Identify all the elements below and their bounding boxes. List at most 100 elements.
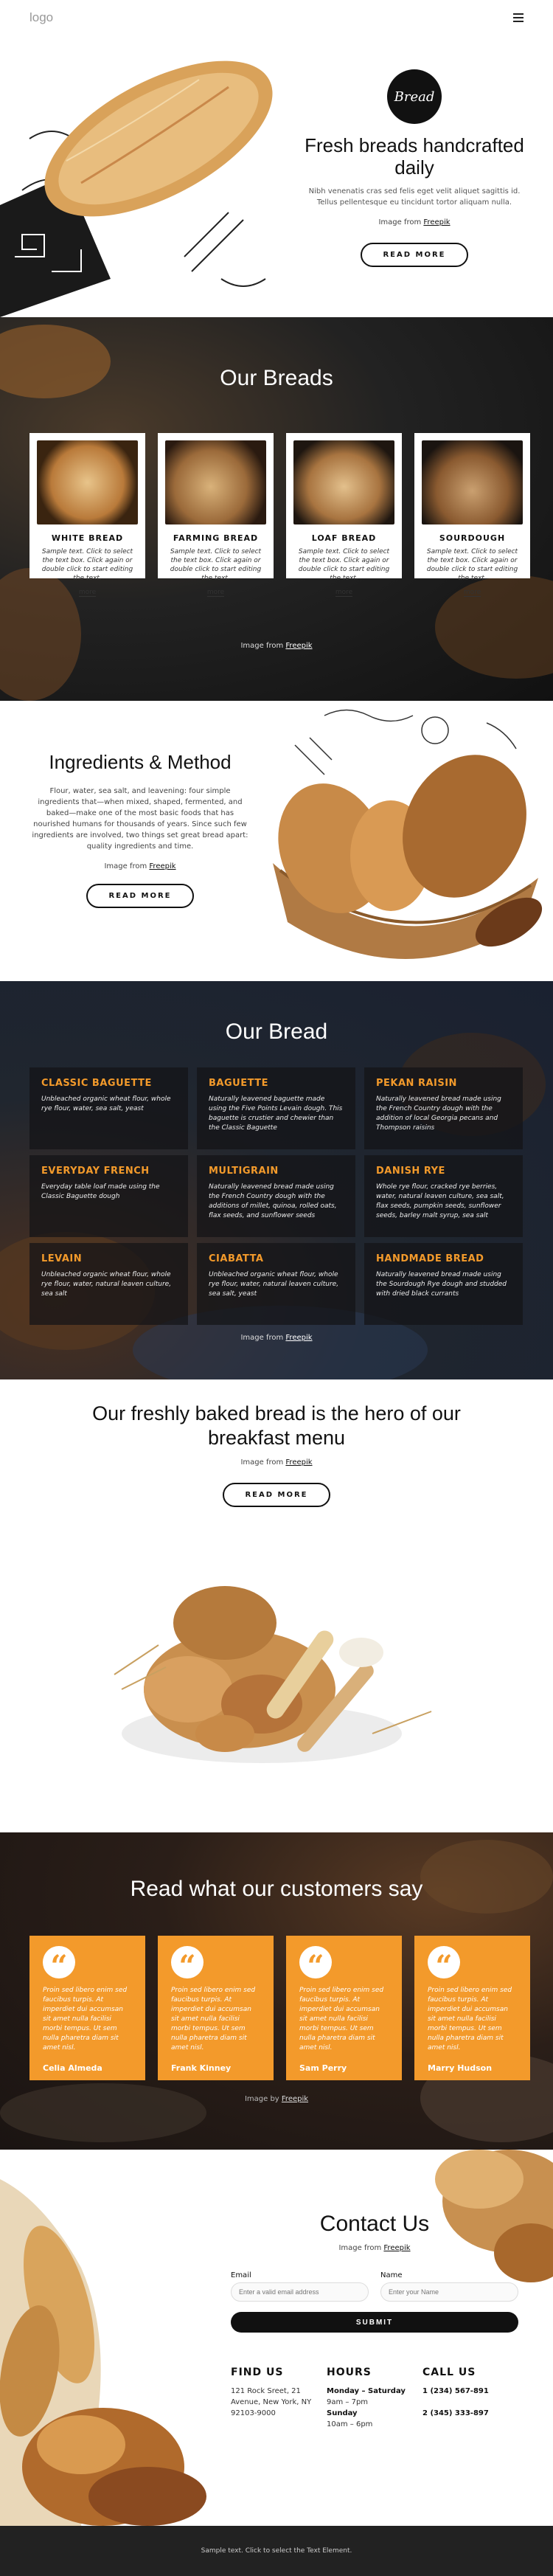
freepik-link[interactable]: Freepik <box>285 1458 312 1467</box>
section-title: Read what our customers say <box>130 1877 423 1901</box>
email-label: Email <box>231 2271 251 2279</box>
name-label: Name <box>380 2271 403 2279</box>
bread-assortment-image <box>114 1586 432 1763</box>
menu-item-title: BAGUETTE <box>209 1078 268 1089</box>
name-field[interactable] <box>380 2282 518 2302</box>
menu-item-title: PEKAN RAISIN <box>376 1078 457 1089</box>
hero-text: Nibh venenatis cras sed felis eget velit… <box>308 187 521 207</box>
quote-icon: “ <box>299 1946 332 1983</box>
credit-prefix: Image from <box>240 1334 286 1342</box>
card-title: WHITE BREAD <box>51 533 124 543</box>
find-us-title: FIND US <box>231 2366 284 2378</box>
testimonial-text: Proin sed libero enim sed faucibus turpi… <box>428 1987 512 2052</box>
testimonial-text: Proin sed libero enim sed faucibus turpi… <box>299 1987 384 2052</box>
read-more-button[interactable]: READ MORE <box>86 884 194 908</box>
hours-list: Monday – Saturday 9am – 7pm Sunday 10am … <box>327 2386 422 2430</box>
menu-item-title: CLASSIC BAGUETTE <box>41 1078 152 1089</box>
card-title: FARMING BREAD <box>173 533 259 543</box>
ingredients-section: Ingredients & Method Flour, water, sea s… <box>0 701 553 981</box>
card-title: LOAF BREAD <box>311 533 377 543</box>
menu-item-title: HANDMADE BREAD <box>376 1253 484 1264</box>
card-text: Sample text. Click to select the text bo… <box>298 548 390 582</box>
menu-item-title: EVERYDAY FRENCH <box>41 1166 150 1177</box>
credit-prefix: Image from <box>240 642 286 650</box>
section-title: Contact Us <box>319 2212 430 2236</box>
more-link[interactable]: more <box>335 589 353 597</box>
site-header: logo <box>0 0 553 35</box>
image-credit: Image from Freepik <box>304 218 525 226</box>
testimonial-text: Proin sed libero enim sed faucibus turpi… <box>171 1987 256 2052</box>
image-credit: Image by Freepik <box>0 2095 553 2103</box>
hamburger-menu-icon[interactable] <box>513 13 524 22</box>
hero-section: Bread Fresh breads handcrafted daily Nib… <box>0 35 553 317</box>
menu-item-text: Naturally leavened bread made using the … <box>209 1183 337 1219</box>
loaf-bread-image <box>293 440 394 524</box>
bread-card: LOAF BREAD Sample text. Click to select … <box>286 433 402 597</box>
image-credit: Image from Freepik <box>29 862 251 870</box>
read-more-button[interactable]: READ MORE <box>361 243 468 267</box>
section-title: Our freshly baked bread is the hero of o… <box>92 1402 461 1449</box>
testimonial-card: “ Proin sed libero enim sed faucibus tur… <box>158 1936 274 2080</box>
call-us-title: CALL US <box>422 2366 476 2378</box>
card-title: SOURDOUGH <box>439 533 506 543</box>
card-text: Sample text. Click to select the text bo… <box>41 548 133 582</box>
bread-basket-image <box>273 709 543 959</box>
image-credit: Image from Freepik <box>0 1334 553 1342</box>
email-field[interactable] <box>231 2282 369 2302</box>
freepik-link[interactable]: Freepik <box>282 2095 308 2103</box>
card-text: Sample text. Click to select the text bo… <box>170 548 262 582</box>
more-link[interactable]: more <box>463 589 481 597</box>
menu-item-text: Everyday table loaf made using the Class… <box>41 1183 160 1200</box>
freepik-link[interactable]: Freepik <box>285 642 312 650</box>
menu-item: BAGUETTE Naturally leavened baguette made… <box>197 1067 355 1149</box>
hours: HOURS Monday – Saturday 9am – 7pm Sunday… <box>327 2366 422 2430</box>
menu-item-text: Whole rye flour, cracked rye berries, wa… <box>376 1183 504 1219</box>
testimonial-card: “ Proin sed libero enim sed faucibus tur… <box>29 1936 145 2080</box>
farming-bread-image <box>165 440 266 524</box>
logo[interactable]: logo <box>29 10 53 25</box>
contact-content: Contact Us Image from Freepik Email Name… <box>231 2150 518 2430</box>
contact-section: Contact Us Image from Freepik Email Name… <box>0 2150 553 2526</box>
ingredients-text: Flour, water, sea salt, and leavening: f… <box>32 787 248 851</box>
menu-item: HANDMADE BREAD Naturally leavened bread m… <box>364 1243 523 1325</box>
section-title: Our Breads <box>220 366 333 390</box>
bread-card: WHITE BREAD Sample text. Click to select… <box>29 433 145 597</box>
submit-button[interactable]: SUBMIT <box>231 2312 518 2333</box>
menu-item: CLASSIC BAGUETTE Unbleached organic wheat… <box>29 1067 188 1149</box>
menu-item: LEVAIN Unbleached organic wheat flour, wh… <box>29 1243 188 1325</box>
phone-number[interactable]: 2 (345) 333-897 <box>422 2409 489 2417</box>
sourdough-image <box>422 440 523 524</box>
freepik-link[interactable]: Freepik <box>383 2244 410 2252</box>
menu-item: MULTIGRAIN Naturally leavened bread made … <box>197 1155 355 1237</box>
credit-prefix: Image from <box>378 218 424 226</box>
credit-prefix: Image by <box>244 2095 282 2103</box>
our-breads-section: Our Breads WHITE BREAD Sample text. Clic… <box>0 317 553 701</box>
freepik-link[interactable]: Freepik <box>285 1334 312 1342</box>
menu-item: PEKAN RAISIN Naturally leavened bread mad… <box>364 1067 523 1149</box>
image-credit: Image from Freepik <box>0 642 553 650</box>
hours-time: 10am – 6pm <box>327 2420 373 2428</box>
menu-item-title: MULTIGRAIN <box>209 1166 279 1177</box>
customer-name: Marry Hudson <box>428 2063 493 2073</box>
menu-item-text: Naturally leavened baguette made using t… <box>209 1095 343 1132</box>
credit-prefix: Image from <box>338 2244 384 2252</box>
bread-card: SOURDOUGH Sample text. Click to select t… <box>414 433 530 597</box>
more-link[interactable]: more <box>206 589 225 597</box>
phone-number[interactable]: 1 (234) 567-891 <box>422 2387 489 2395</box>
image-credit: Image from Freepik <box>231 2244 518 2252</box>
find-us: FIND US 121 Rock Sreet, 21 Avenue, New Y… <box>231 2366 327 2430</box>
more-link[interactable]: more <box>78 589 97 597</box>
hours-title: HOURS <box>327 2366 372 2378</box>
bread-menu-grid: CLASSIC BAGUETTE Unbleached organic wheat… <box>29 1067 523 1325</box>
hours-time: 9am – 7pm <box>327 2398 369 2406</box>
footer-text: Sample text. Click to select the Text El… <box>201 2547 352 2555</box>
hero-title: Fresh breads handcrafted daily <box>305 134 524 179</box>
freepik-link[interactable]: Freepik <box>149 862 175 870</box>
freepik-link[interactable]: Freepik <box>423 218 450 226</box>
read-more-button[interactable]: READ MORE <box>223 1483 330 1507</box>
image-credit: Image from Freepik <box>0 1458 553 1467</box>
menu-item-title: DANISH RYE <box>376 1166 445 1177</box>
menu-item-title: CIABATTA <box>209 1253 264 1264</box>
customer-name: Celia Almeda <box>43 2063 102 2073</box>
hero-content: Bread Fresh breads handcrafted daily Nib… <box>304 69 525 267</box>
